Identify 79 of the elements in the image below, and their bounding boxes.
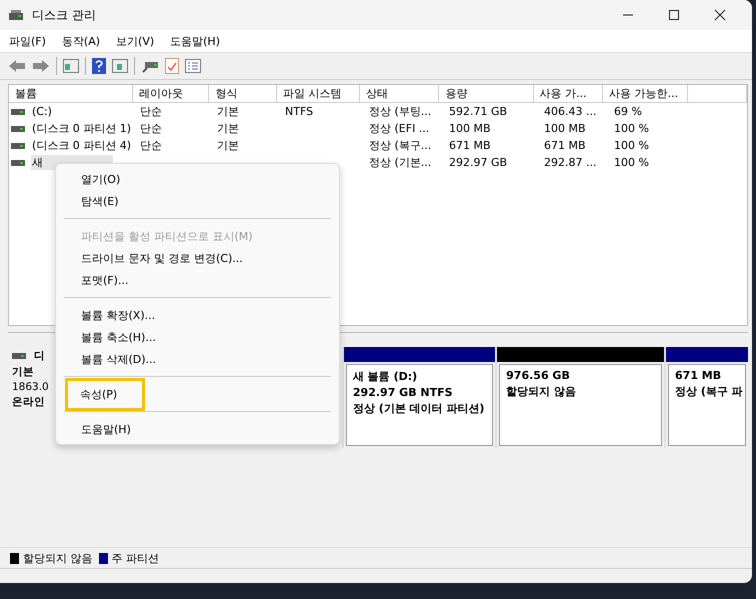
table-cell: 292.97 GB: [449, 156, 508, 169]
help-icon[interactable]: [92, 58, 106, 74]
table-cell: 정상 (부팅...: [369, 104, 432, 119]
table-cell: 단순: [140, 104, 162, 119]
partition-text: 새 볼륨 (D:): [352, 369, 418, 384]
table-cell: 671 MB: [449, 139, 491, 152]
maximize-button[interactable]: [668, 9, 680, 21]
menu-item[interactable]: 속성(P): [68, 380, 142, 408]
partition-text: 976.56 GB: [506, 369, 571, 382]
menu-item[interactable]: 볼륨 축소(H)...: [81, 328, 156, 346]
list-icon[interactable]: [185, 59, 201, 73]
drive-icon[interactable]: [141, 59, 159, 73]
partition-text: 정상 (기본 데이터 파티션): [352, 401, 486, 416]
disk-name: 디: [34, 349, 45, 363]
table-cell: 기본: [217, 121, 239, 136]
column-header[interactable]: 파일 시스템: [276, 85, 360, 102]
drive-icon: [11, 142, 25, 148]
legend-label: 주 파티션: [112, 550, 159, 566]
column-header[interactable]: 볼륨: [9, 85, 133, 102]
menu-item[interactable]: 드라이브 문자 및 경로 변경(C)...: [81, 248, 243, 268]
table-cell: 100 MB: [449, 122, 491, 135]
drive-icon: [11, 108, 25, 114]
partition-text: 292.97 GB NTFS: [352, 386, 454, 399]
table-cell: 100 %: [614, 156, 649, 169]
menu-item[interactable]: 열기(O): [81, 170, 120, 188]
drive-icon: [11, 160, 25, 166]
table-cell: 100 MB: [544, 122, 586, 135]
table-cell[interactable]: (디스크 0 파티션 1): [31, 121, 132, 136]
disk-size: 1863.0: [12, 381, 49, 393]
table-cell: 292.87 ...: [544, 156, 596, 169]
menu-item[interactable]: 볼륨 삭제(D)...: [81, 350, 156, 368]
column-header[interactable]: 형식: [209, 85, 277, 102]
checklist-icon[interactable]: [165, 58, 179, 74]
table-cell: 592.71 GB: [449, 105, 508, 118]
menu-item[interactable]: 볼륨 확장(X)...: [81, 306, 156, 324]
table-cell: 기본: [217, 104, 239, 119]
panel-icon[interactable]: [63, 59, 79, 73]
legend-label: 할당되지 않음: [23, 550, 92, 566]
back-icon[interactable]: [8, 59, 26, 73]
table-cell: 100 %: [614, 139, 649, 152]
table-cell: 단순: [140, 138, 162, 153]
menu-item[interactable]: 탐색(E): [81, 192, 119, 210]
column-header[interactable]: 레이아웃: [132, 85, 210, 102]
drive-icon: [11, 126, 25, 132]
partition-block[interactable]: 671 MB 정상 (복구 파: [668, 364, 746, 446]
column-header[interactable]: 용량: [439, 85, 534, 102]
disk-status: 온라인: [12, 395, 45, 409]
table-cell: NTFS: [285, 105, 314, 118]
partition-text: 할당되지 않음: [506, 384, 577, 399]
table-cell[interactable]: (C:): [31, 105, 53, 118]
partition-block[interactable]: 976.56 GB 할당되지 않음: [499, 364, 662, 446]
column-header[interactable]: 사용 가능한...: [603, 85, 688, 102]
menu-item[interactable]: 파일(F): [6, 32, 49, 50]
menu-item[interactable]: 보기(V): [113, 32, 158, 50]
table-cell: 정상 (기본...: [369, 155, 432, 170]
table-cell: 정상 (EFI ...: [369, 121, 430, 136]
column-header[interactable]: 사용 가...: [534, 85, 604, 102]
partition-block[interactable]: 새 볼륨 (D:) 292.97 GB NTFS 정상 (기본 데이터 파티션): [346, 364, 494, 446]
disk-type: 기본: [12, 365, 34, 379]
table-cell[interactable]: (디스크 0 파티션 4): [31, 138, 132, 153]
menu-item[interactable]: 도움말(H): [81, 420, 131, 438]
menu-item[interactable]: 포맷(F)...: [81, 270, 128, 290]
table-cell: 기본: [217, 138, 239, 153]
table-cell: 671 MB: [544, 139, 586, 152]
table-cell: 406.43 ...: [544, 105, 596, 118]
window-title: 디스크 관리: [32, 6, 96, 24]
menu-item[interactable]: 동작(A): [58, 32, 104, 50]
table-cell: 단순: [140, 121, 162, 136]
panel-icon[interactable]: [112, 59, 128, 73]
disk-drive-icon: [8, 9, 24, 21]
partition-text: 671 MB: [675, 369, 722, 382]
table-cell: 정상 (복구...: [369, 138, 432, 153]
close-button[interactable]: [714, 9, 726, 21]
menu-item[interactable]: 도움말(H): [167, 32, 223, 50]
table-cell: 69 %: [614, 105, 642, 118]
forward-icon[interactable]: [32, 59, 50, 73]
column-header[interactable]: 상태: [360, 85, 440, 102]
table-cell: 100 %: [614, 122, 649, 135]
drive-icon: [12, 353, 26, 359]
